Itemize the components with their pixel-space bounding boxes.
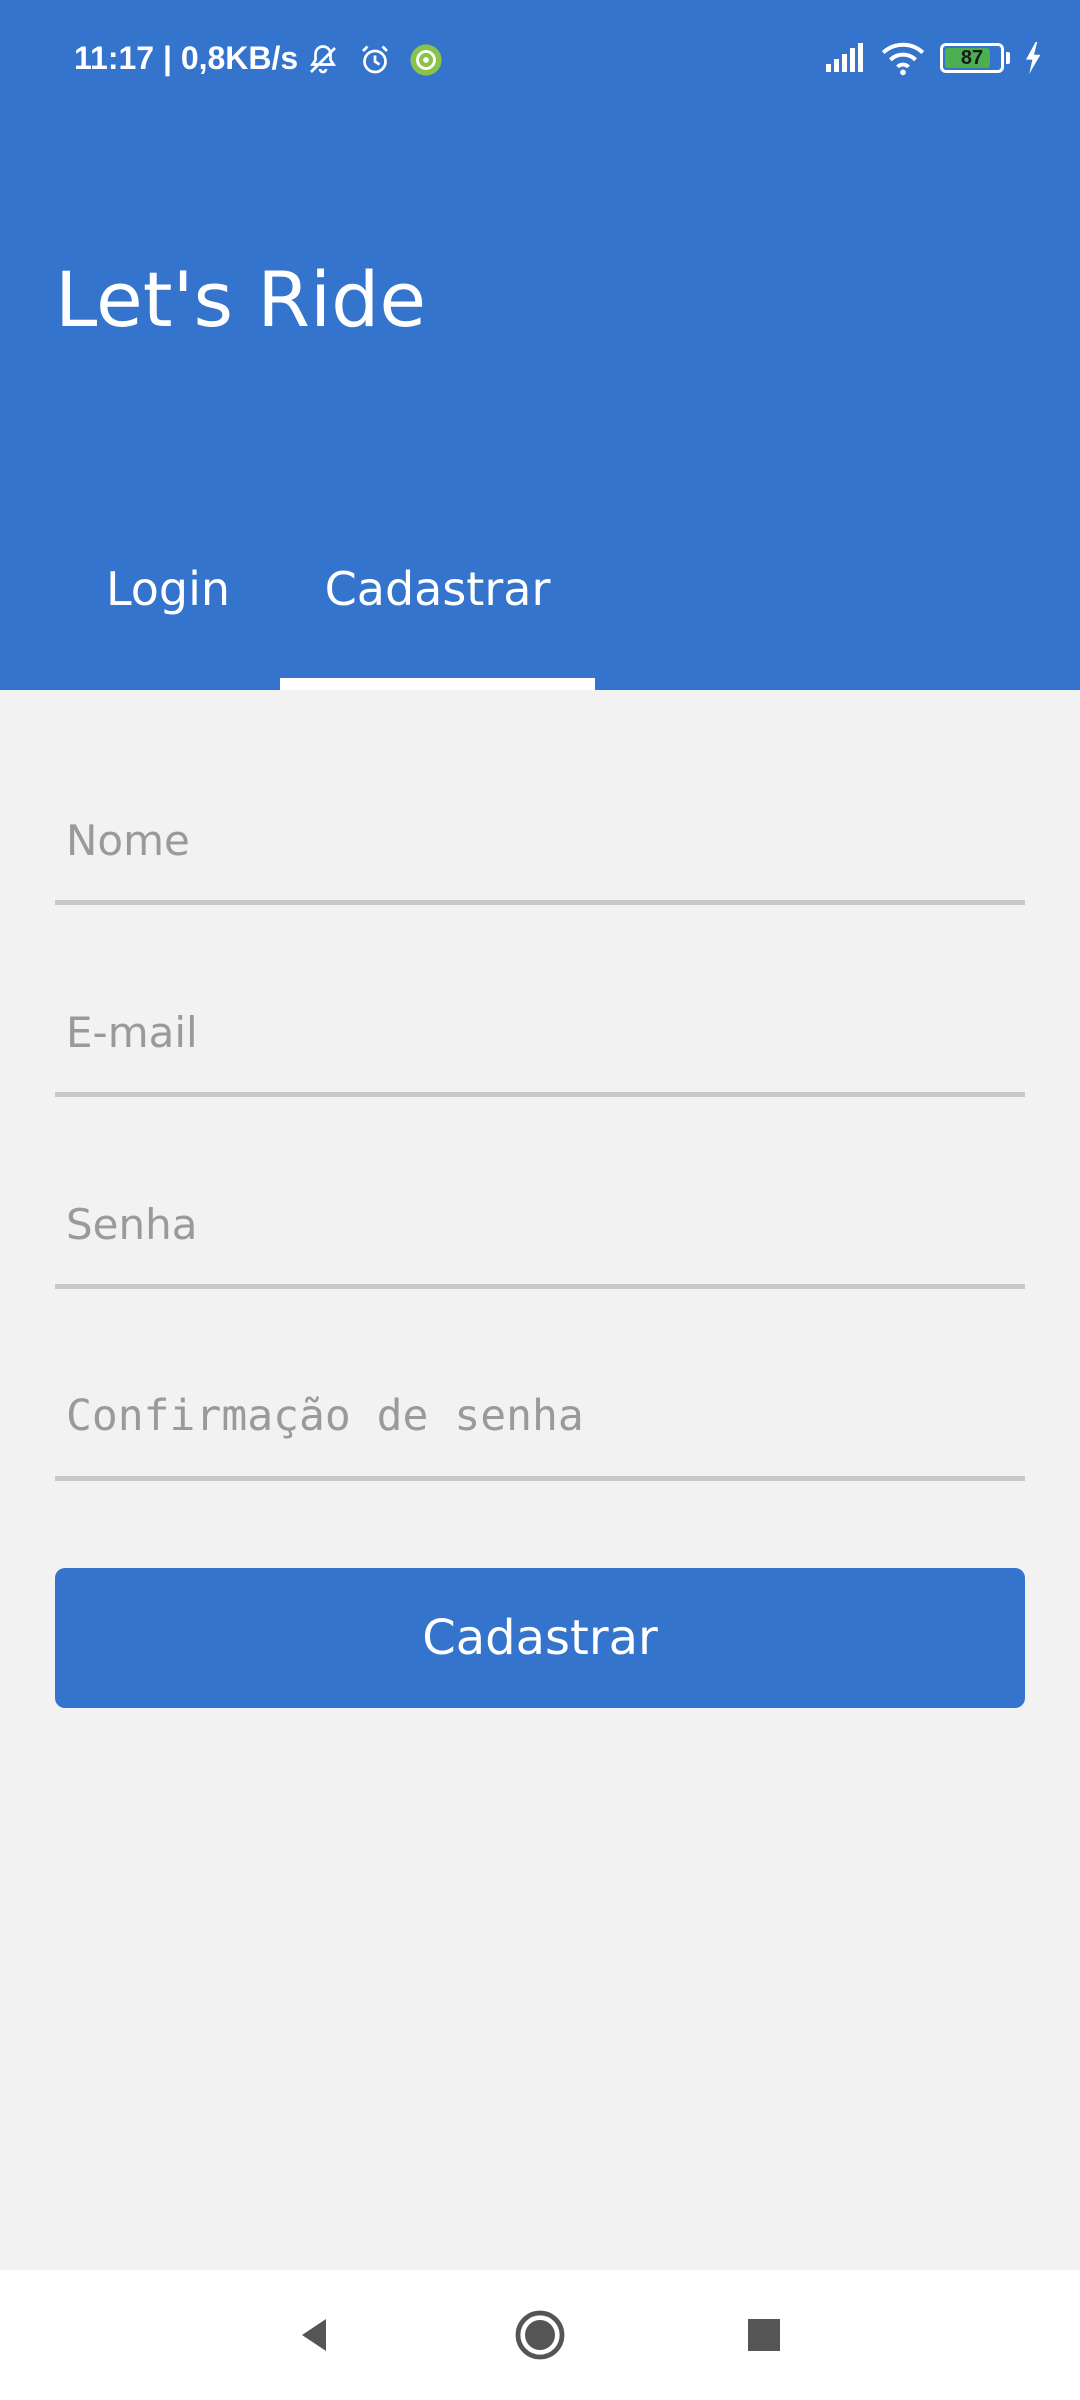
app-notification-icon — [409, 43, 443, 77]
navigation-bar — [0, 2270, 1080, 2400]
name-field-container — [55, 780, 1025, 972]
battery-level: 87 — [960, 46, 984, 69]
password-confirm-input[interactable] — [55, 1356, 1025, 1481]
app-title: Let's Ride — [55, 255, 427, 344]
charging-icon — [1024, 42, 1044, 74]
status-bar: 11:17 | 0,8KB/s 87 — [0, 0, 1080, 120]
battery-icon: 87 — [940, 43, 1004, 73]
recents-icon — [746, 2317, 782, 2353]
back-button[interactable] — [274, 2295, 354, 2375]
status-icons-left — [305, 40, 443, 80]
signup-form — [55, 780, 1025, 1548]
tab-cadastrar[interactable]: Cadastrar — [280, 540, 595, 690]
status-icons-right: 87 — [824, 38, 1044, 78]
signal-icon — [824, 42, 866, 74]
email-field-container — [55, 972, 1025, 1164]
password-input[interactable] — [55, 1164, 1025, 1289]
back-icon — [294, 2315, 334, 2355]
muted-bell-icon — [305, 42, 341, 78]
name-input[interactable] — [55, 780, 1025, 905]
status-time: 11:17 | 0,8KB/s — [74, 40, 299, 76]
home-icon — [514, 2309, 566, 2361]
home-button[interactable] — [500, 2295, 580, 2375]
app-header: 11:17 | 0,8KB/s 87 Let's Ride Login Cada… — [0, 0, 1080, 690]
battery-tip — [1006, 52, 1010, 64]
tab-bar: Login Cadastrar — [0, 540, 1080, 690]
alarm-icon — [357, 42, 393, 78]
password-confirm-field-container — [55, 1356, 1025, 1548]
wifi-icon — [880, 40, 926, 76]
tab-selected-indicator — [280, 678, 595, 690]
recents-button[interactable] — [724, 2295, 804, 2375]
signup-button[interactable]: Cadastrar — [55, 1568, 1025, 1708]
email-input[interactable] — [55, 972, 1025, 1097]
tab-login[interactable]: Login — [56, 540, 280, 690]
password-field-container — [55, 1164, 1025, 1356]
battery-body: 87 — [940, 43, 1004, 73]
